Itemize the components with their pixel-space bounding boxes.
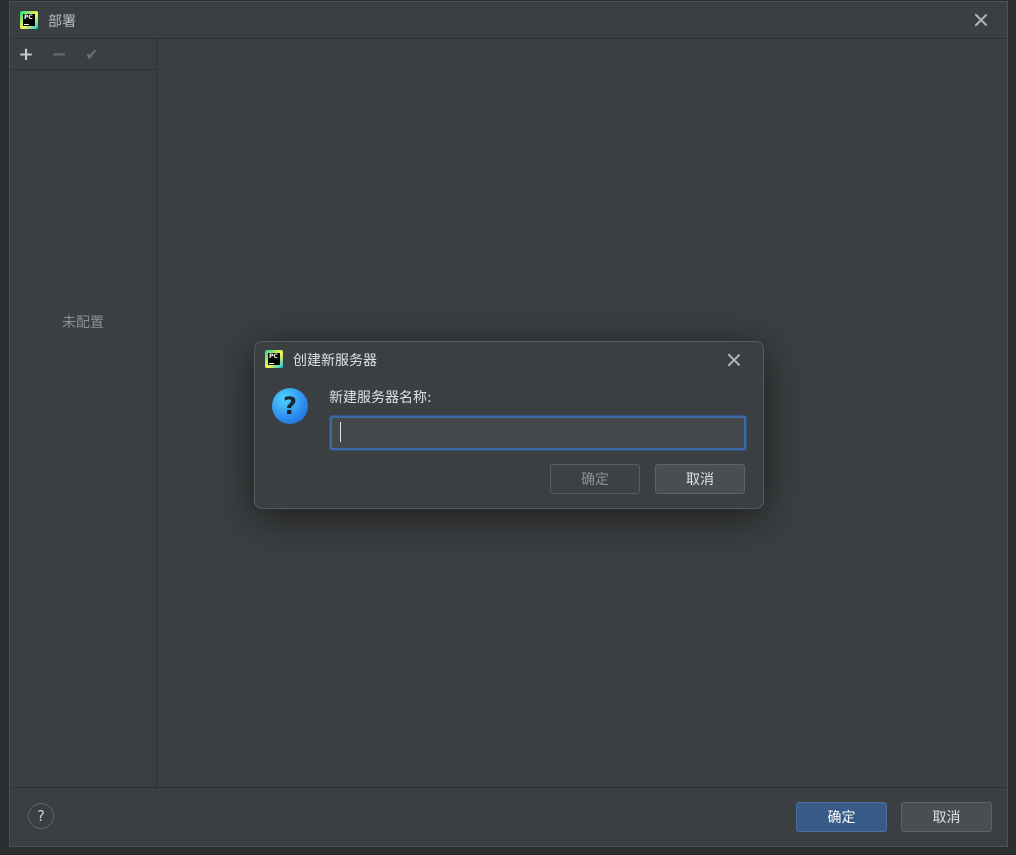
dialog-ok-button[interactable]: 确定: [550, 464, 640, 494]
pycharm-logo-icon: PC: [20, 11, 38, 29]
cancel-button[interactable]: 取消: [901, 802, 992, 832]
ok-button[interactable]: 确定: [796, 802, 887, 832]
help-icon[interactable]: ?: [28, 803, 54, 829]
server-name-label: 新建服务器名称:: [329, 390, 432, 406]
close-icon[interactable]: [973, 12, 989, 28]
server-list-panel[interactable]: 未配置: [10, 70, 157, 789]
create-server-dialog: PC 创建新服务器 ? 新建服务器名称: 确定 取消: [254, 341, 764, 509]
minus-icon[interactable]: −: [48, 43, 70, 65]
server-list-toolbar: + − ✔: [10, 39, 157, 70]
window-titlebar: PC 部署: [10, 2, 1007, 39]
pycharm-logo-icon: PC: [265, 350, 283, 368]
plus-icon[interactable]: +: [15, 43, 37, 65]
dialog-cancel-button[interactable]: 取消: [655, 464, 745, 494]
text-caret: [340, 422, 341, 442]
window-footer: ? 确定 取消: [10, 787, 1007, 846]
close-icon[interactable]: [726, 352, 742, 368]
empty-state-text: 未配置: [62, 315, 104, 331]
checkmark-icon[interactable]: ✔: [81, 43, 103, 65]
window-title: 部署: [48, 14, 76, 30]
server-name-input[interactable]: [329, 415, 747, 451]
question-icon: ?: [272, 388, 308, 424]
dialog-title: 创建新服务器: [293, 353, 377, 369]
